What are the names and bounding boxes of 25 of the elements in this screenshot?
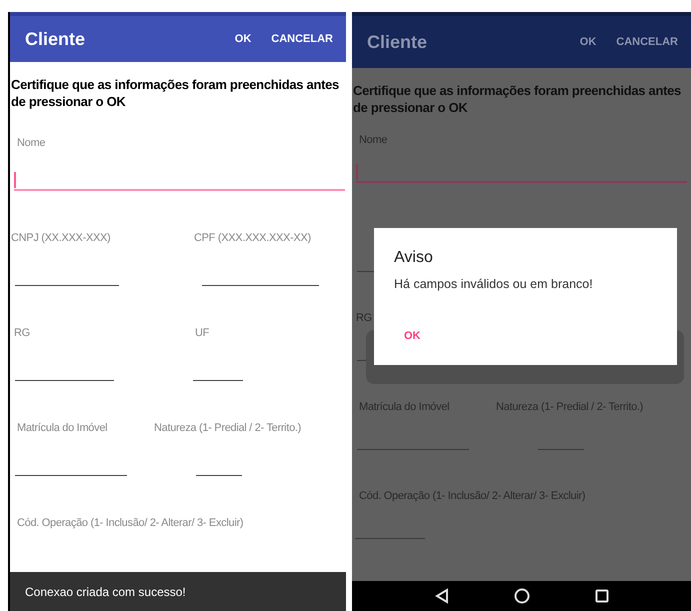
toolbar-action[interactable]: OK (574, 30, 602, 54)
toolbar-action[interactable]: CANCELAR (611, 30, 683, 54)
field-label: UF (195, 326, 210, 340)
screen-title: Cliente (367, 30, 428, 54)
instruction-text: Certifique que as informações foram preenchidas antes de pressionar o OK (10, 76, 340, 110)
field-label: Matrícula do Imóvel (17, 421, 108, 435)
dialog-title: Aviso (394, 248, 434, 268)
home-icon[interactable] (514, 588, 530, 604)
snackbar: Conexao criada com sucesso! (10, 572, 346, 611)
field-label: Nome (17, 136, 46, 150)
dialog-ok-button[interactable]: OK (396, 324, 428, 348)
field-label: Natureza (1- Predial / 2- Territo.) (154, 421, 302, 435)
dialog-message: Há campos inválidos ou em branco! (394, 276, 594, 293)
field-label: Cód. Operação (1- Inclusão/ 2- Alterar/ 3- Excluir) (17, 516, 244, 530)
field-label: CNPJ (XX.XXX-XXX) (11, 231, 112, 245)
input-field[interactable] (14, 171, 345, 191)
screen-title: Cliente (25, 28, 86, 50)
input-field[interactable] (356, 163, 687, 183)
field-label: RG (14, 326, 31, 340)
toolbar-action[interactable]: OK (230, 26, 256, 52)
field-label: CPF (XXX.XXX.XXX-XX) (194, 231, 312, 245)
instruction-text: Certifique que as informações foram preenchidas antes de pressionar o OK (352, 82, 682, 116)
recents-icon[interactable] (594, 589, 608, 603)
toolbar-action[interactable]: CANCELAR (266, 26, 338, 52)
back-icon[interactable] (434, 588, 448, 604)
